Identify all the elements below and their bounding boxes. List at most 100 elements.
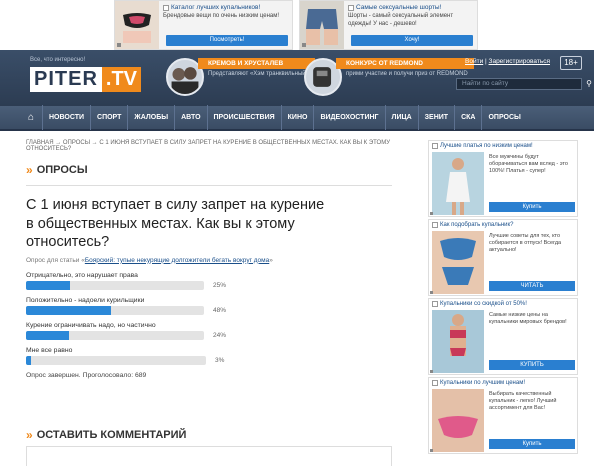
poll-option: Мне все равно 3%	[26, 347, 226, 365]
nav-item-zenit[interactable]: ЗЕНИТ	[417, 105, 454, 130]
promo-redmond[interactable]: КОНКУРС ОТ REDMOND прими участие и получ…	[304, 58, 474, 96]
promo-kremov[interactable]: КРЕМОВ И ХРУСТАЛЕВ Представляют «Хэм тра…	[166, 58, 315, 96]
source-suffix: »	[269, 256, 273, 264]
poll-percent: 24%	[212, 331, 226, 339]
nav-item-video[interactable]: ВИДЕОХОСТИНГ	[313, 105, 384, 130]
checkbox-icon	[432, 301, 438, 307]
comment-form[interactable]	[26, 446, 392, 466]
chevron-right-icon: »	[26, 163, 33, 177]
search-placeholder: Найти по сайту	[462, 80, 509, 87]
ad-description: Выбирать качественный купальник - легко!…	[489, 391, 557, 412]
checkbox-icon	[432, 380, 438, 386]
logo-tv: .TV	[101, 67, 142, 92]
sidebar-ad[interactable]: Купальники со скидкой от 50%! Самые низк…	[428, 298, 578, 375]
top-ad-1[interactable]: Каталог лучших купальников! Брендовые ве…	[114, 0, 293, 50]
nav-item-polls[interactable]: ОПРОСЫ	[481, 105, 526, 130]
search-input[interactable]: Найти по сайту ⚲	[456, 78, 592, 90]
nav-item-news[interactable]: НОВОСТИ	[42, 105, 90, 130]
nav-item-complaints[interactable]: ЖАЛОБЫ	[127, 105, 174, 130]
poll-option-label: Курение ограничивать надо, но частично	[26, 321, 156, 329]
sidebar-ads: Лучшие платья по низким ценам! Все мужчи…	[428, 140, 578, 456]
poll-results: Отрицательно, это нарушает права 25% Пол…	[26, 272, 226, 365]
ad-title[interactable]: Купальники по лучшим ценам!	[440, 380, 525, 386]
section-heading: » ОПРОСЫ	[26, 163, 420, 177]
checkbox-icon	[163, 4, 169, 11]
sidebar-ad[interactable]: Купальники по лучшим ценам! Выбирать кач…	[428, 377, 578, 454]
poll-option-label: Отрицательно, это нарушает права	[26, 271, 138, 279]
site-logo[interactable]: PITER .TV	[30, 67, 142, 92]
poll-option-label: Положительно - надоели курильщики	[26, 296, 145, 304]
swimsuit-photo	[432, 389, 484, 452]
ad-marker-icon	[302, 43, 306, 47]
ad-description: Самые низкие цены на купальники мировых …	[489, 312, 567, 326]
main-nav: ⌂ НОВОСТИ СПОРТ ЖАЛОБЫ АВТО ПРОИСШЕСТВИЯ…	[0, 105, 594, 131]
nav-item-sport[interactable]: СПОРТ	[90, 105, 127, 130]
ad-title[interactable]: Как подобрать купальник?	[440, 222, 513, 228]
main-content: ГЛАВНАЯ → ОПРОСЫ → С 1 ИЮНЯ ВСТУПАЕТ В С…	[26, 140, 420, 466]
ad-marker-icon	[117, 43, 121, 47]
sidebar-ad[interactable]: Как подобрать купальник? Лучшие советы д…	[428, 219, 578, 296]
poll-option: Курение ограничивать надо, но частично 2…	[26, 322, 226, 340]
nav-item-faces[interactable]: ЛИЦА	[384, 105, 418, 130]
nav-item-cinema[interactable]: КИНО	[280, 105, 314, 130]
comment-heading: » ОСТАВИТЬ КОММЕНТАРИЙ	[26, 428, 186, 442]
logo-text: PITER	[30, 67, 102, 92]
poll-option: Положительно - надоели курильщики 48%	[26, 297, 226, 315]
ad-title[interactable]: Каталог лучших купальников!	[171, 4, 260, 11]
ad-marker-icon	[430, 449, 433, 452]
top-ad-strip: Каталог лучших купальников! Брендовые ве…	[114, 0, 478, 50]
ad-button[interactable]: ЧИТАТЬ	[489, 281, 575, 291]
ad-marker-icon	[430, 291, 433, 294]
ad-button[interactable]: Хочу!	[351, 35, 473, 46]
shorts-thumbnail	[300, 1, 344, 49]
checkbox-icon	[432, 222, 438, 228]
poll-bar	[26, 355, 206, 365]
swimsuit-photo	[432, 231, 484, 294]
dress-photo	[432, 152, 484, 215]
nav-item-auto[interactable]: АВТО	[174, 105, 206, 130]
ad-marker-icon	[430, 212, 433, 215]
divider	[26, 185, 392, 186]
home-icon[interactable]: ⌂	[28, 112, 42, 123]
breadcrumb[interactable]: ГЛАВНАЯ → ОПРОСЫ → С 1 ИЮНЯ ВСТУПАЕТ В С…	[26, 140, 420, 152]
ad-button[interactable]: КУПИТЬ	[489, 360, 575, 370]
promo-sub: Представляют «Хэм транквильный»	[208, 71, 309, 77]
search-icon[interactable]: ⚲	[583, 79, 594, 91]
section-title: ОПРОСЫ	[36, 164, 88, 176]
swimsuit-thumbnail	[115, 1, 159, 49]
top-ad-2[interactable]: Самые сексуальные шорты! Шорты - самый с…	[299, 0, 478, 50]
poll-bar-fill	[26, 330, 69, 340]
ad-title[interactable]: Самые сексуальные шорты!	[356, 4, 441, 11]
poll-option: Отрицательно, это нарушает права 25%	[26, 272, 226, 290]
ad-description: Шорты - самый сексуальный элемент одежды…	[348, 13, 454, 27]
ad-marker-icon	[430, 370, 433, 373]
checkbox-icon	[432, 143, 438, 149]
swimsuit-photo	[432, 310, 484, 373]
nav-item-ska[interactable]: СКА	[454, 105, 481, 130]
sidebar-ad[interactable]: Лучшие платья по низким ценам! Все мужчи…	[428, 140, 578, 217]
poll-option-label: Мне все равно	[26, 346, 73, 354]
ad-description: Брендовые вещи по очень низким ценам!	[163, 13, 280, 19]
poll-bar	[26, 305, 204, 315]
ad-button[interactable]: Посмотреть!	[166, 35, 288, 46]
poll-bar-fill	[26, 355, 32, 365]
poll-bar-fill	[26, 305, 112, 315]
ad-title[interactable]: Купальники со скидкой от 50%!	[440, 301, 527, 307]
promo-label: КОНКУРС ОТ REDMOND	[336, 58, 474, 69]
poll-source: Опрос для статьи «Боярский: тупые некуря…	[26, 257, 420, 264]
source-article-link[interactable]: Боярский: тупые некурящие долгожители бе…	[85, 257, 269, 264]
register-link[interactable]: Зарегистрироваться	[489, 58, 550, 65]
login-link[interactable]: Войти	[465, 58, 483, 65]
promo-sub: прими участие и получи приз от REDMOND	[346, 71, 468, 77]
poll-percent: 48%	[212, 306, 226, 314]
poll-percent: 3%	[215, 356, 225, 364]
ad-button[interactable]: Купить	[489, 202, 575, 212]
source-prefix: Опрос для статьи «	[26, 256, 85, 264]
ad-description: Лучшие советы для тех, кто собирается в …	[489, 233, 562, 254]
ad-title[interactable]: Лучшие платья по низким ценам!	[440, 143, 533, 149]
checkbox-icon	[348, 4, 354, 11]
poll-bar-fill	[26, 280, 71, 290]
ad-description: Все мужчины будут оборачиваться вам всле…	[489, 154, 568, 175]
ad-button[interactable]: Купить	[489, 439, 575, 449]
nav-item-incidents[interactable]: ПРОИСШЕСТВИЯ	[206, 105, 281, 130]
